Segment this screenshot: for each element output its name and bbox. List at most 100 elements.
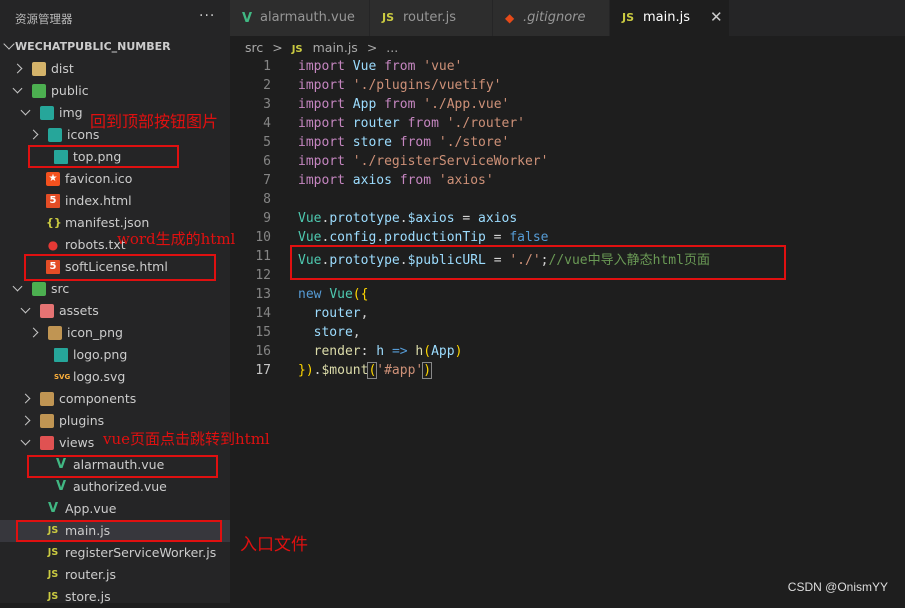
breadcrumb-folder[interactable]: src xyxy=(245,40,263,55)
chevron-down-icon xyxy=(20,105,31,116)
code-token: Vue xyxy=(298,230,322,245)
code-token: '#app' xyxy=(376,363,424,378)
code-token: from xyxy=(407,116,439,131)
code-text: import './registerServiceWorker' xyxy=(298,154,548,169)
line-number: 4 xyxy=(263,116,271,131)
tree-item-label: icon_png xyxy=(67,325,123,340)
code-token: App xyxy=(352,97,377,112)
highlight-box-top-png xyxy=(28,145,179,168)
code-line[interactable]: 17}).$mount('#app') xyxy=(230,362,905,381)
code-token: router xyxy=(313,306,361,321)
chevron-right-icon xyxy=(20,393,31,404)
tree-item[interactable]: src xyxy=(0,278,230,300)
line-number: 7 xyxy=(263,173,271,188)
breadcrumb-file[interactable]: main.js xyxy=(313,40,358,55)
code-text: store, xyxy=(298,325,361,340)
tree-item[interactable]: assets xyxy=(0,300,230,322)
code-token: App xyxy=(431,344,455,359)
tree-item-label: public xyxy=(51,83,89,98)
code-token: 'vue' xyxy=(423,59,463,74)
tree-item[interactable]: SVG logo.svg xyxy=(0,366,230,388)
tree-item-label: logo.png xyxy=(73,347,128,362)
code-line[interactable]: 16 render: h => h(App) xyxy=(230,343,905,362)
close-icon[interactable]: ✕ xyxy=(710,8,723,26)
code-line[interactable]: 3 import App from './App.vue' xyxy=(230,96,905,115)
code-line[interactable]: 14 router, xyxy=(230,305,905,324)
vue-icon: V xyxy=(242,11,253,26)
folder-views-icon xyxy=(40,436,54,450)
js-icon: JS xyxy=(622,11,635,24)
explorer-sidebar: 资源管理器 ··· WECHATPUBLIC_NUMBER dist public… xyxy=(0,0,230,604)
code-token: import xyxy=(298,78,345,93)
code-line[interactable]: 4 import router from './router' xyxy=(230,115,905,134)
code-token: import xyxy=(298,59,345,74)
code-token: ) xyxy=(454,344,463,359)
tree-item[interactable]: logo.png xyxy=(0,344,230,366)
breadcrumb-symbol[interactable]: ... xyxy=(386,40,398,55)
code-token: . xyxy=(399,211,408,226)
tree-item-label: assets xyxy=(59,303,99,318)
line-number: 2 xyxy=(263,78,271,93)
vue-icon: V xyxy=(55,479,67,494)
code-token: axios xyxy=(478,211,518,226)
code-token: productionTip xyxy=(384,230,486,245)
code-text: router, xyxy=(298,306,369,321)
code-line[interactable]: 15 store, xyxy=(230,324,905,343)
tree-item[interactable]: JS router.js xyxy=(0,564,230,586)
tab-router-js[interactable]: JS router.js xyxy=(370,0,493,36)
tree-item[interactable]: icon_png xyxy=(0,322,230,344)
chevron-right-icon: > xyxy=(366,40,378,55)
tree-item[interactable]: V App.vue xyxy=(0,498,230,520)
code-token: import xyxy=(298,135,345,150)
tree-item[interactable]: Vauthorized.vue xyxy=(0,476,230,498)
tree-item[interactable]: components xyxy=(0,388,230,410)
project-root[interactable]: WECHATPUBLIC_NUMBER xyxy=(0,36,230,58)
tree-item[interactable]: dist xyxy=(0,58,230,80)
code-line[interactable]: 8 xyxy=(230,191,905,210)
code-token: new xyxy=(298,287,322,302)
highlight-box-publicurl-line xyxy=(290,245,786,280)
code-token: }) xyxy=(298,363,314,378)
code-token: Vue xyxy=(329,287,353,302)
tab-alarmauth-vue[interactable]: Valarmauth.vue xyxy=(230,0,370,36)
code-line[interactable]: 7 import axios from 'axios' xyxy=(230,172,905,191)
tab-gitignore[interactable]: ◆ .gitignore xyxy=(493,0,610,36)
tree-item-label: registerServiceWorker.js xyxy=(65,545,217,560)
code-token: ({ xyxy=(352,287,369,302)
tree-item[interactable]: 5 index.html xyxy=(0,190,230,212)
tree-item-label: components xyxy=(59,391,137,406)
tab-bar: Valarmauth.vue JS router.js ◆ .gitignore JS ma… xyxy=(230,0,905,36)
code-token: , xyxy=(360,306,369,321)
more-actions-icon[interactable]: ··· xyxy=(199,8,215,24)
line-number: 10 xyxy=(255,230,271,245)
tree-item[interactable]: JS registerServiceWorker.js xyxy=(0,542,230,564)
code-line[interactable]: 1 import Vue from 'vue' xyxy=(230,58,905,77)
code-line[interactable]: 6 import './registerServiceWorker' xyxy=(230,153,905,172)
tree-item[interactable]: public xyxy=(0,80,230,102)
code-line[interactable]: 5 import store from './store' xyxy=(230,134,905,153)
code-line[interactable]: 9 Vue.prototype.$axios = axios xyxy=(230,210,905,229)
code-text: import store from './store' xyxy=(298,135,509,150)
code-line[interactable]: 13 new Vue({ xyxy=(230,286,905,305)
code-token: './App.vue' xyxy=(423,97,510,112)
robot-icon: ● xyxy=(47,238,59,252)
tab-main-js[interactable]: JS main.js ✕ xyxy=(610,0,730,36)
code-token: h xyxy=(376,344,385,359)
code-token: import xyxy=(298,173,345,188)
line-number: 8 xyxy=(263,192,271,207)
chevron-down-icon xyxy=(12,281,23,292)
tree-item-label: views xyxy=(59,435,95,450)
code-line[interactable]: 2 import './plugins/vuetify' xyxy=(230,77,905,96)
git-icon: ◆ xyxy=(505,11,515,25)
tree-item[interactable]: JS store.js xyxy=(0,586,230,608)
code-token: Vue xyxy=(298,211,322,226)
tree-item[interactable]: ★ favicon.ico xyxy=(0,168,230,190)
